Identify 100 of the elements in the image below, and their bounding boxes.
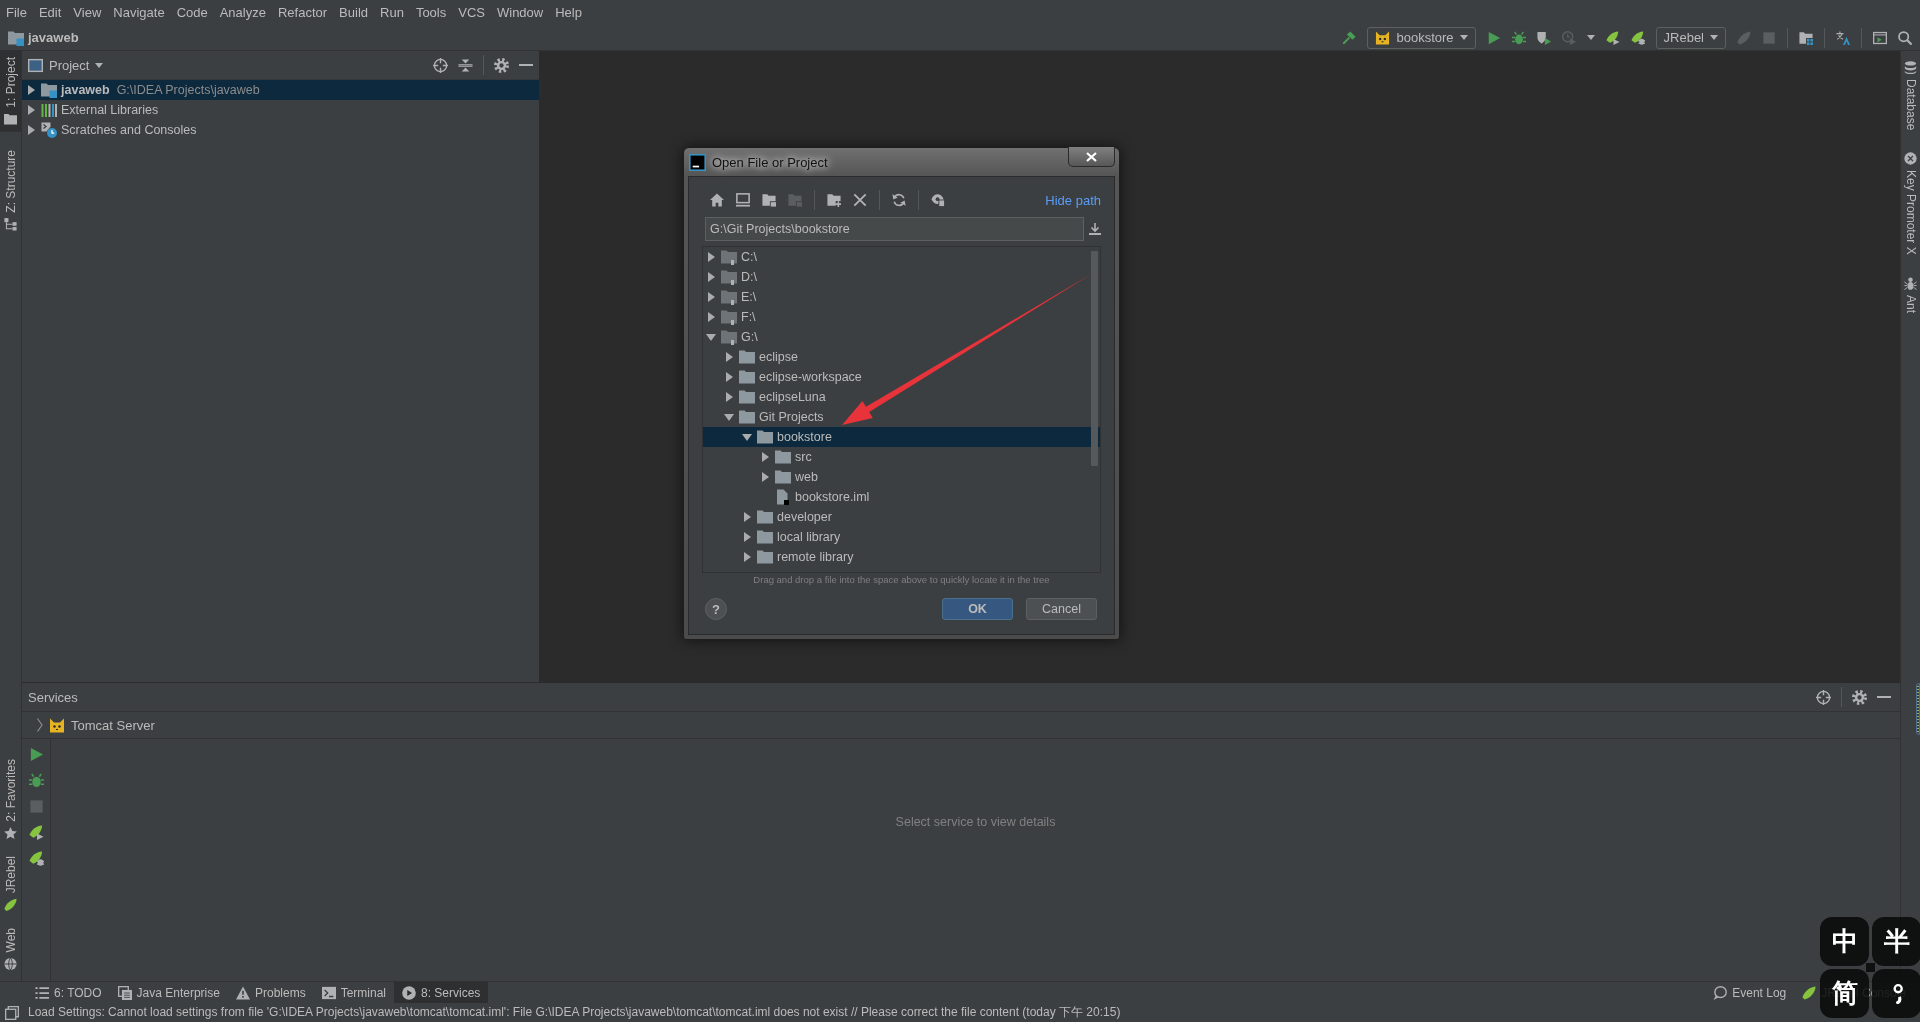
menu-item[interactable]: Navigate [107, 0, 171, 25]
close-button[interactable] [1068, 147, 1115, 167]
menu-item[interactable]: Refactor [271, 0, 334, 25]
menu-item[interactable]: Edit [32, 0, 68, 25]
shield-run-icon[interactable] [1536, 30, 1551, 45]
tree-arrow-icon[interactable] [707, 272, 715, 282]
tree-arrow-icon[interactable] [743, 512, 751, 522]
tree-arrow-icon[interactable] [707, 252, 715, 262]
leaf-run-icon[interactable] [1605, 30, 1620, 45]
settings-icon[interactable] [1852, 689, 1867, 705]
tree-item[interactable]: bookstore.iml [703, 487, 1100, 507]
leaf-bug-icon[interactable] [1630, 30, 1645, 45]
chevron-icon[interactable] [37, 718, 43, 732]
tool-window-tab[interactable]: Event Log [1705, 982, 1795, 1003]
ok-button[interactable]: OK [942, 598, 1013, 620]
config-dropdown[interactable]: JRebel [1655, 26, 1726, 49]
tree-arrow-icon[interactable] [725, 392, 733, 402]
tree-arrow-icon[interactable] [761, 472, 769, 482]
home-icon[interactable] [710, 193, 724, 207]
menu-item[interactable]: Tools [409, 0, 453, 25]
folder-grid-icon[interactable] [1799, 30, 1813, 45]
translate-icon[interactable] [1836, 30, 1850, 45]
tree-item[interactable]: eclipseLuna [703, 387, 1100, 407]
tree-item[interactable]: C:\ [703, 247, 1100, 267]
search-icon[interactable] [1898, 30, 1912, 45]
tree-item[interactable]: local library [703, 527, 1100, 547]
view-selector[interactable]: Project [26, 57, 106, 73]
tree-item[interactable]: eclipse-workspace [703, 367, 1100, 387]
tree-item[interactable]: src [703, 447, 1100, 467]
tool-window-tab[interactable]: Terminal [313, 982, 394, 1003]
menu-item[interactable]: Code [170, 0, 214, 25]
tree-item[interactable]: eclipse [703, 347, 1100, 367]
menu-item[interactable]: Help [549, 0, 588, 25]
tool-window-tab[interactable]: 2: Favorites [0, 755, 21, 845]
panel-toggle-icon[interactable] [5, 1005, 19, 1020]
tool-window-tab[interactable]: Ant [1901, 273, 1920, 318]
tree-item[interactable]: E:\ [703, 287, 1100, 307]
tree-item[interactable]: Tomcat Server [22, 712, 1900, 738]
tool-window-tab[interactable]: Java Enterprise [109, 982, 228, 1003]
collapse-all-icon[interactable] [458, 57, 473, 73]
run-config-dropdown[interactable]: bookstore [1367, 26, 1476, 49]
tree-item[interactable]: D:\ [703, 267, 1100, 287]
run-icon[interactable] [28, 747, 44, 762]
tree-item[interactable]: F:\ [703, 307, 1100, 327]
tree-item[interactable]: javaweb G:\IDEA Projects\javaweb [22, 80, 539, 100]
crosshair-icon[interactable] [433, 57, 448, 73]
delete-icon[interactable] [853, 193, 867, 207]
tree-arrow-icon[interactable] [27, 125, 35, 135]
menu-item[interactable]: View [67, 0, 108, 25]
tree-item[interactable]: Git Projects [703, 407, 1100, 427]
tool-window-tab[interactable]: Key Promoter X [1901, 148, 1920, 260]
folder-plus-icon[interactable] [827, 193, 841, 207]
eye-file-icon[interactable] [931, 193, 945, 207]
hammer-icon[interactable] [1342, 30, 1357, 45]
tool-window-tab[interactable]: 8: Services [394, 982, 489, 1003]
bug-icon[interactable] [28, 773, 44, 788]
crosshair-icon[interactable] [1816, 689, 1831, 705]
help-button[interactable]: ? [705, 598, 727, 620]
tool-window-tab[interactable]: 6: TODO [27, 982, 110, 1003]
tool-window-tab[interactable]: 1: Project [0, 51, 21, 132]
menu-item[interactable]: Window [490, 0, 550, 25]
tool-window-tab[interactable]: Web [0, 923, 21, 974]
monitor-icon[interactable] [736, 193, 750, 207]
tool-window-tab[interactable]: JRebel [0, 852, 21, 916]
refresh-icon[interactable] [892, 193, 906, 207]
download-icon[interactable] [1089, 223, 1101, 235]
leaf-run-icon[interactable] [28, 825, 44, 840]
menu-item[interactable]: Run [374, 0, 410, 25]
tree-arrow-icon[interactable] [761, 452, 769, 462]
run-icon[interactable] [1486, 30, 1501, 45]
menu-item[interactable]: VCS [452, 0, 491, 25]
leaf-bug-icon[interactable] [28, 851, 44, 866]
bug-icon[interactable] [1511, 30, 1526, 45]
tree-item[interactable]: remote library [703, 547, 1100, 567]
tree-arrow-icon[interactable] [743, 532, 751, 542]
scrollbar[interactable] [1091, 251, 1098, 466]
tree-arrow-icon[interactable] [725, 372, 733, 382]
tree-arrow-icon[interactable] [707, 292, 715, 302]
path-field[interactable]: G:\Git Projects\bookstore [705, 217, 1084, 241]
ime-key[interactable]: 半 [1872, 917, 1920, 966]
settings-icon[interactable] [494, 57, 509, 73]
menu-item[interactable]: Analyze [213, 0, 272, 25]
tree-arrow-icon[interactable] [725, 352, 733, 362]
tree-item[interactable]: Scratches and Consoles [22, 120, 539, 140]
tree-arrow-icon[interactable] [27, 105, 35, 115]
ime-key[interactable]: 中 [1820, 917, 1869, 966]
tree-item[interactable]: web [703, 467, 1100, 487]
window-run-icon[interactable] [1873, 30, 1887, 45]
tool-window-tab[interactable]: Problems [227, 982, 314, 1003]
breadcrumb[interactable]: javaweb [8, 29, 79, 46]
menu-item[interactable]: File [0, 0, 33, 25]
menu-item[interactable]: Build [333, 0, 374, 25]
tool-window-tab[interactable]: Database [1901, 57, 1920, 135]
tree-arrow-icon[interactable] [27, 85, 35, 95]
tree-arrow-icon[interactable] [743, 552, 751, 562]
tool-window-tab[interactable]: Z: Structure [0, 143, 21, 237]
tree-arrow-icon[interactable] [724, 413, 734, 421]
tree-arrow-icon[interactable] [706, 333, 716, 341]
tree-item[interactable]: developer [703, 507, 1100, 527]
tree-item[interactable]: External Libraries [22, 100, 539, 120]
